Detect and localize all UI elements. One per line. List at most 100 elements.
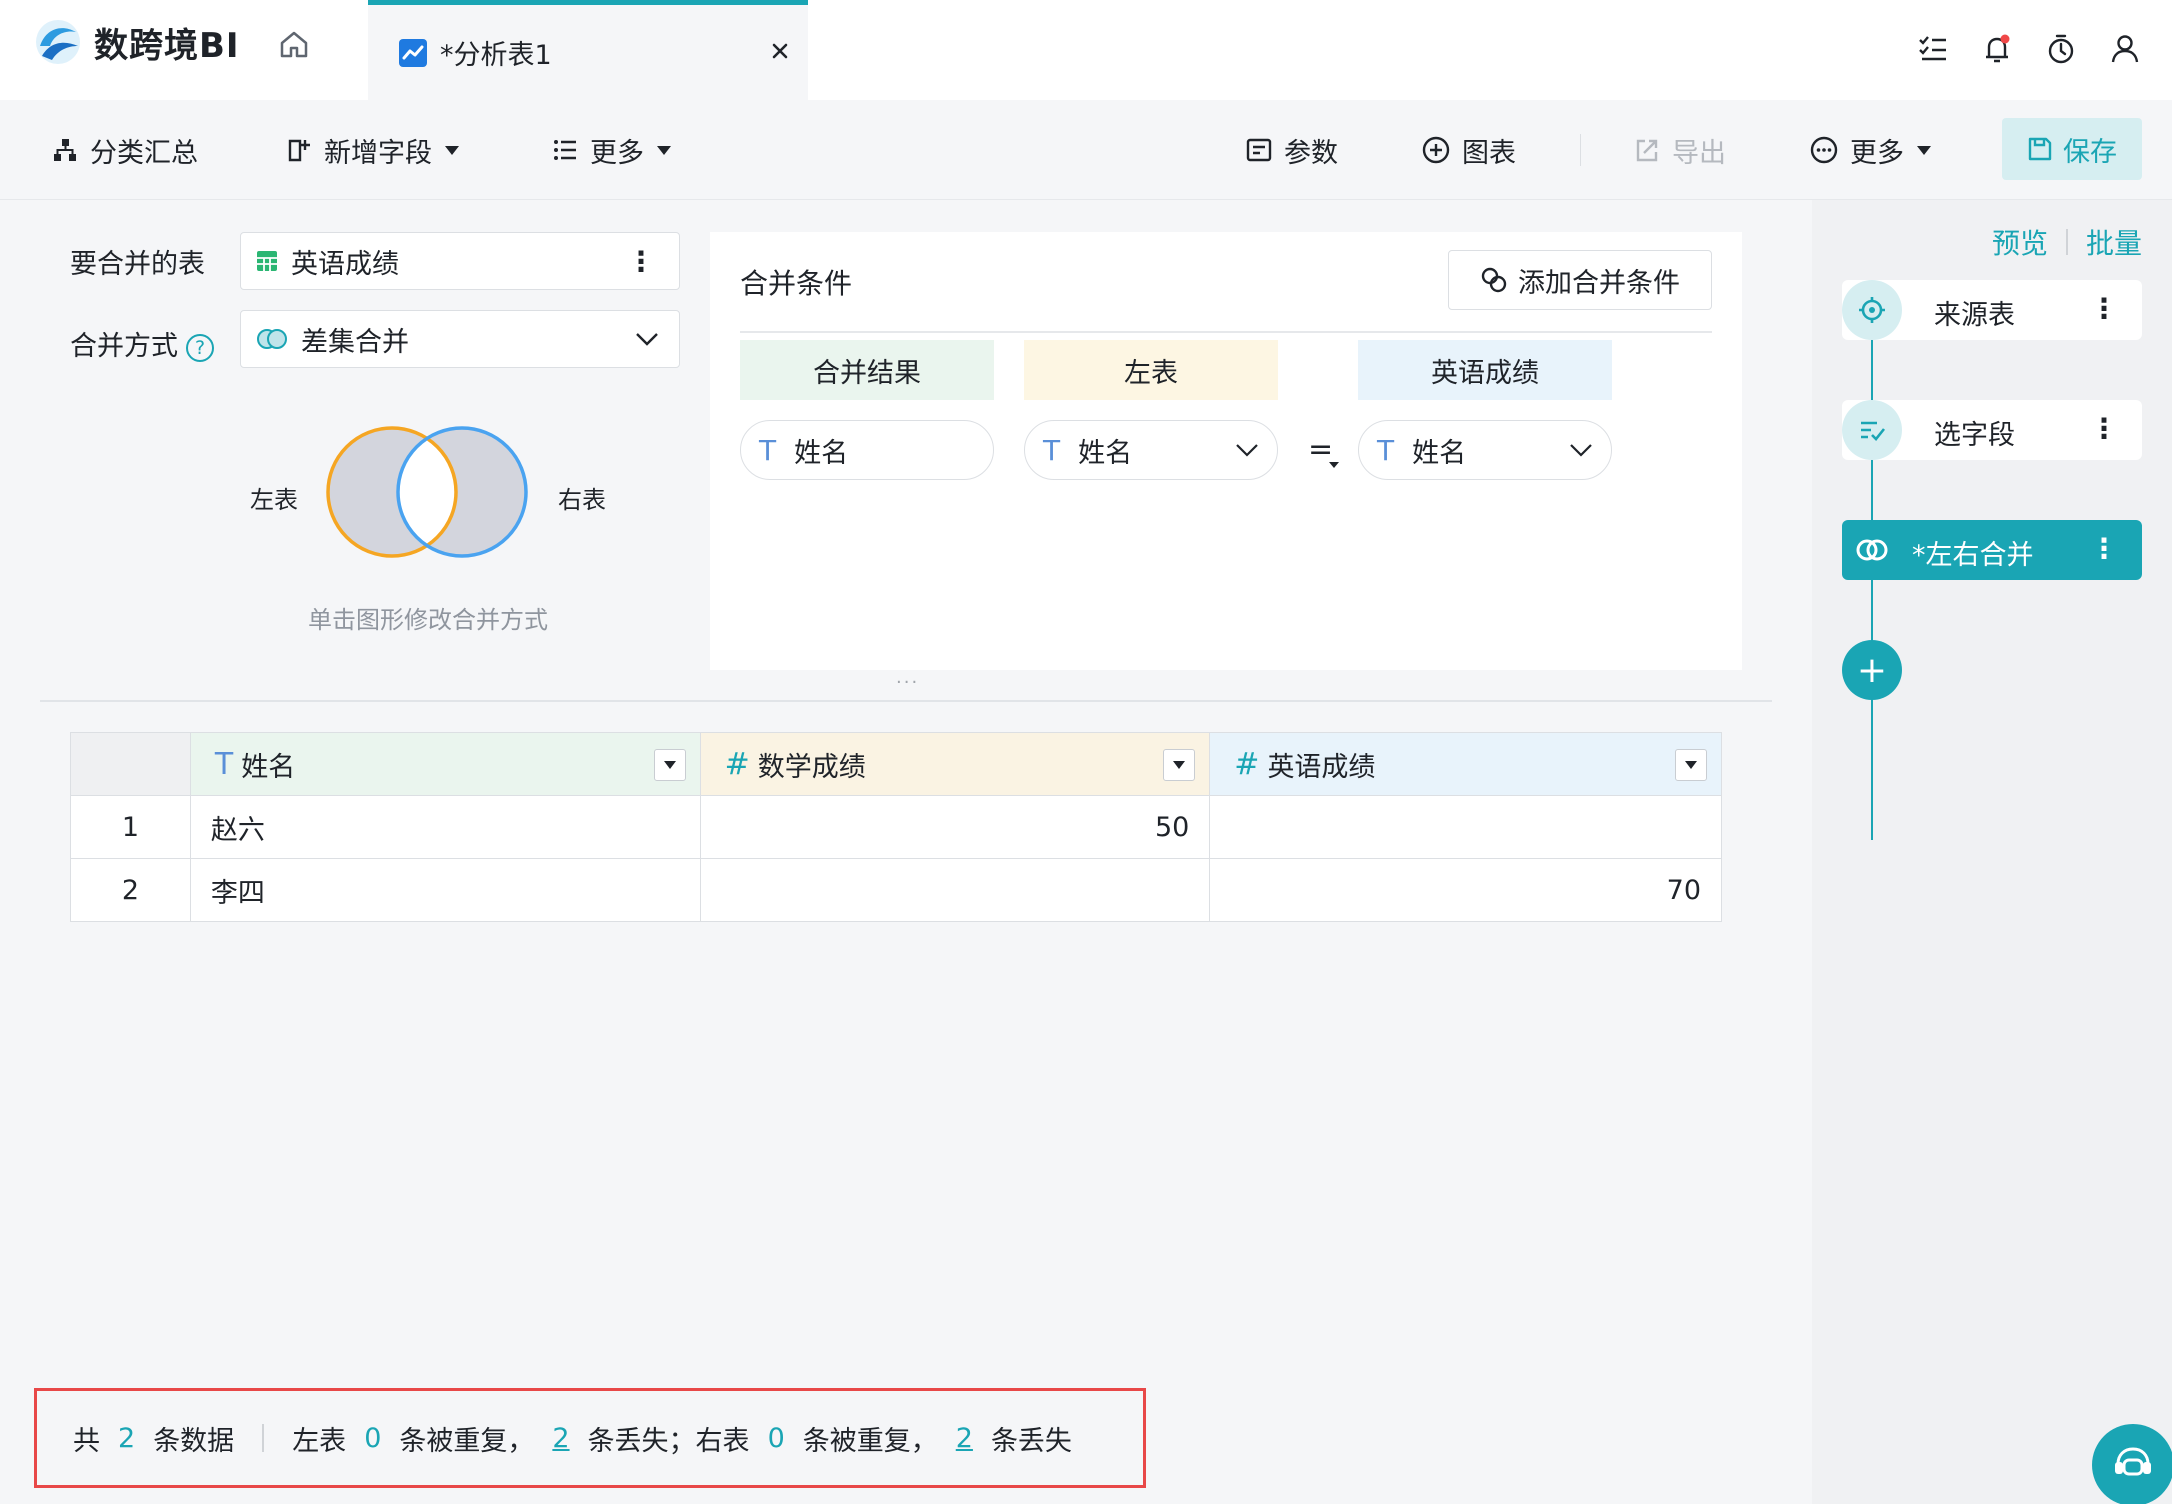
column-header-math[interactable]: # 数学成绩 xyxy=(699,732,1211,796)
tab-title: *分析表1 xyxy=(440,40,552,71)
operator-select[interactable]: = xyxy=(1308,432,1339,468)
params-button[interactable]: 参数 xyxy=(1246,130,1338,170)
column-name: 姓名 xyxy=(241,751,296,783)
caret-down-icon xyxy=(445,146,459,155)
app-logo[interactable]: 数跨境BI xyxy=(32,16,240,68)
step-merge-active[interactable]: *左右合并 ⋮ xyxy=(1842,520,2142,580)
table-row[interactable]: 1 赵六 50 xyxy=(70,795,1722,859)
toolbar: 分类汇总 新增字段 更多 参数 图表 导出 更多 保存 xyxy=(0,100,2172,200)
total-prefix: 共 xyxy=(73,1425,100,1457)
table-icon xyxy=(257,251,277,271)
add-field-button[interactable]: 新增字段 xyxy=(286,130,460,170)
left-prefix: 左表 xyxy=(292,1425,347,1457)
right-field-select[interactable]: T 姓名 xyxy=(1358,420,1612,480)
text-type-icon: T xyxy=(214,746,234,782)
params-label: 参数 xyxy=(1284,137,1338,169)
chat-icon xyxy=(2115,1447,2151,1476)
merge-mode-value: 差集合并 xyxy=(301,326,409,358)
tab-analysis-sheet[interactable]: *分析表1 xyxy=(368,0,808,100)
kebab-menu-icon[interactable]: ⋮ xyxy=(2090,412,2118,445)
text-type-icon: T xyxy=(1377,433,1395,467)
merge-status-summary: 共 2 条数据 左表 0 条被重复， 2 条丢失；右表 0 条被重复， 2 条丢… xyxy=(34,1388,1146,1488)
kebab-menu-icon[interactable]: ⋮ xyxy=(2090,532,2118,565)
add-field-icon xyxy=(288,139,310,162)
chart-button[interactable]: 图表 xyxy=(1422,130,1516,170)
left-field-name: 姓名 xyxy=(1078,437,1133,469)
merge-table-select[interactable]: 英语成绩 ⋮ xyxy=(240,232,680,290)
left-field-select[interactable]: T 姓名 xyxy=(1024,420,1278,480)
cell-english[interactable] xyxy=(1209,795,1722,859)
venn-hint: 单击图形修改合并方式 xyxy=(308,606,548,634)
result-field-pill[interactable]: T 姓名 xyxy=(740,420,994,480)
caret-down-icon xyxy=(1917,146,1931,155)
chevron-down-icon xyxy=(636,333,658,346)
more-left-button[interactable]: 更多 xyxy=(552,130,672,170)
merge-mode-select[interactable]: 差集合并 xyxy=(240,310,680,368)
number-type-icon: # xyxy=(1234,746,1260,782)
column-header-english[interactable]: # 英语成绩 xyxy=(1209,732,1722,796)
column-menu-button[interactable] xyxy=(1163,749,1196,781)
kebab-menu-icon[interactable]: ⋮ xyxy=(627,245,655,278)
text-type-icon: T xyxy=(1043,433,1061,467)
row-index: 2 xyxy=(70,858,191,922)
resize-divider[interactable] xyxy=(40,700,1772,702)
table-row[interactable]: 2 李四 70 xyxy=(70,858,1722,922)
column-menu-button[interactable] xyxy=(653,749,686,781)
caret-down-icon xyxy=(1173,761,1186,769)
group-summary-button[interactable]: 分类汇总 xyxy=(52,130,198,170)
total-suffix: 条数据 xyxy=(153,1425,235,1457)
step-label: 来源表 xyxy=(1934,300,2015,331)
bell-icon[interactable] xyxy=(1980,32,2014,66)
export-icon xyxy=(1636,139,1658,162)
column-menu-button[interactable] xyxy=(1675,749,1707,781)
help-icon[interactable]: ? xyxy=(186,333,214,362)
more-right-label: 更多 xyxy=(1850,137,1904,169)
cell-english[interactable]: 70 xyxy=(1209,858,1722,922)
chart-label: 图表 xyxy=(1462,137,1516,169)
timer-icon[interactable] xyxy=(2044,32,2078,66)
result-field-name: 姓名 xyxy=(794,437,849,469)
export-button[interactable]: 导出 xyxy=(1634,130,1726,170)
more-left-label: 更多 xyxy=(590,137,644,169)
home-icon[interactable] xyxy=(276,26,312,62)
kebab-menu-icon[interactable]: ⋮ xyxy=(2090,292,2118,325)
group-summary-label: 分类汇总 xyxy=(90,137,198,169)
logo-icon xyxy=(36,20,80,64)
right-duplicate-text: 条被重复， xyxy=(802,1425,938,1457)
right-duplicate-count: 0 xyxy=(767,1422,785,1454)
more-right-button[interactable]: 更多 xyxy=(1810,130,1932,170)
preview-link[interactable]: 预览 xyxy=(1992,222,2048,262)
support-chat-button[interactable] xyxy=(2092,1424,2172,1504)
left-lost-count-link[interactable]: 2 xyxy=(552,1423,569,1454)
merge-icon xyxy=(1842,520,1902,580)
task-list-icon[interactable] xyxy=(1916,32,1950,66)
add-step-button[interactable]: + xyxy=(1842,640,1902,700)
total-count: 2 xyxy=(118,1422,136,1454)
column-header-name[interactable]: T 姓名 xyxy=(189,732,701,796)
step-label: *左右合并 xyxy=(1912,540,2034,571)
cell-name[interactable]: 李四 xyxy=(189,858,701,922)
header-merge-result: 合并结果 xyxy=(740,340,994,400)
drag-handle-icon[interactable]: ··· xyxy=(896,672,919,693)
right-lost-count-link[interactable]: 2 xyxy=(956,1423,973,1454)
batch-link[interactable]: 批量 xyxy=(2086,222,2142,262)
step-source-table[interactable]: 来源表 ⋮ xyxy=(1842,280,2142,340)
cell-math[interactable]: 50 xyxy=(699,795,1211,859)
venn-left-label: 左表 xyxy=(250,486,298,514)
close-icon[interactable] xyxy=(766,37,794,65)
caret-down-icon xyxy=(1329,462,1339,468)
merge-mode-icon xyxy=(257,329,287,349)
link-separator xyxy=(2065,229,2068,255)
cell-name[interactable]: 赵六 xyxy=(189,795,701,859)
source-icon xyxy=(1842,280,1902,340)
venn-diagram[interactable] xyxy=(326,424,530,560)
add-condition-button[interactable]: 添加合并条件 xyxy=(1448,250,1712,310)
step-select-fields[interactable]: 选字段 ⋮ xyxy=(1842,400,2142,460)
cell-math[interactable] xyxy=(699,858,1211,922)
save-button[interactable]: 保存 xyxy=(2002,118,2142,180)
chevron-down-icon xyxy=(1236,444,1258,457)
left-duplicate-count: 0 xyxy=(364,1422,382,1454)
user-icon[interactable] xyxy=(2108,32,2142,66)
hierarchy-icon xyxy=(54,139,76,161)
step-label: 选字段 xyxy=(1934,420,2015,451)
